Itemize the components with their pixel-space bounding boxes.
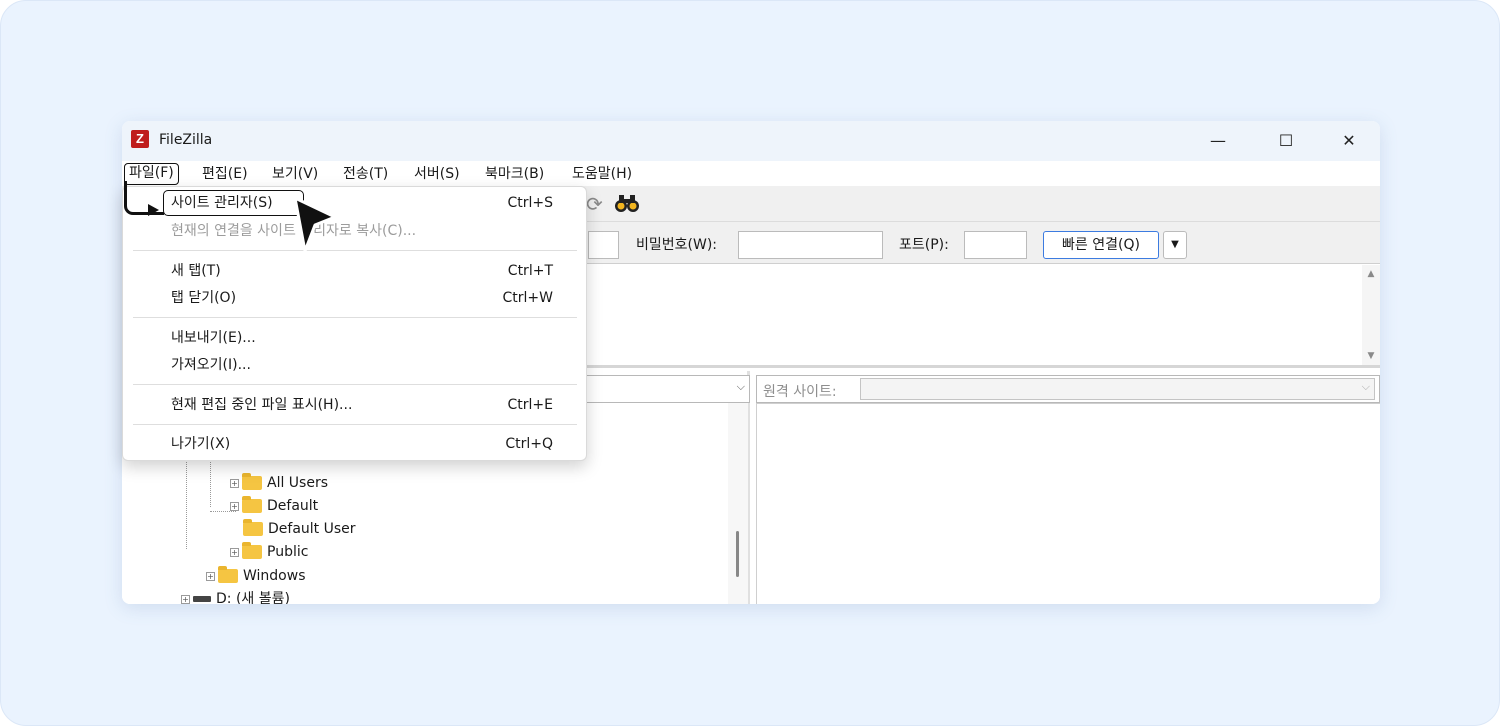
menu-item-label: 새 탭(T): [171, 263, 221, 279]
remote-site-label: 원격 사이트:: [763, 384, 837, 400]
menu-item-shortcut: Ctrl+T: [507, 263, 553, 279]
menu-item-label: 탭 닫기(O): [171, 290, 237, 306]
remote-site-pane: 원격 사이트: ⌵: [756, 371, 1380, 604]
dropdown-arrow-icon: ▼: [1171, 239, 1179, 250]
folder-icon: [242, 473, 262, 490]
port-field[interactable]: [964, 231, 1027, 259]
menu-separator: [133, 250, 577, 251]
chevron-down-icon[interactable]: ⌵: [737, 380, 745, 394]
tree-item[interactable]: + Default: [230, 495, 318, 517]
tree-item[interactable]: + D: (새 볼륨): [181, 588, 290, 604]
menu-separator: [133, 384, 577, 385]
scroll-down-icon[interactable]: ▼: [1362, 351, 1380, 361]
tree-item-label: Default User: [268, 521, 356, 537]
menu-item-close-tab[interactable]: 탭 닫기(O) Ctrl+W: [123, 286, 586, 310]
remote-site-path[interactable]: ⌵: [860, 378, 1375, 400]
tree-item-label: D: (새 볼륨): [216, 591, 290, 604]
quickconnect-button[interactable]: 빠른 연결(Q): [1043, 231, 1159, 259]
background-stage: Z FileZilla — ☐ ✕ 파일(F) 편집(E) 보기(V) 전송(T…: [0, 0, 1500, 726]
menu-bar: 파일(F) 편집(E) 보기(V) 전송(T) 서버(S) 북마크(B) 도움말…: [122, 161, 1380, 186]
password-field[interactable]: [738, 231, 883, 259]
menu-separator: [133, 424, 577, 425]
chevron-down-icon[interactable]: ⌵: [1362, 380, 1370, 394]
menu-item-exit[interactable]: 나가기(X) Ctrl+Q: [123, 432, 586, 456]
menu-item-new-tab[interactable]: 새 탭(T) Ctrl+T: [123, 259, 586, 283]
username-field[interactable]: [588, 231, 619, 259]
tree-item[interactable]: + Public: [230, 541, 308, 563]
scroll-up-icon[interactable]: ▲: [1362, 269, 1380, 279]
menu-item-shortcut: Ctrl+S: [507, 195, 553, 211]
folder-icon: [242, 496, 262, 513]
title-bar: Z FileZilla — ☐ ✕: [122, 121, 1380, 161]
menu-item-label: 내보내기(E)...: [171, 330, 256, 346]
tree-item-label: Windows: [243, 568, 306, 584]
maximize-button[interactable]: ☐: [1263, 125, 1309, 157]
menu-help[interactable]: 도움말(H): [570, 163, 634, 185]
annotation-arrow-head: [148, 204, 159, 216]
menu-item-show-edited-files[interactable]: 현재 편집 중인 파일 표시(H)... Ctrl+E: [123, 393, 586, 417]
minimize-button[interactable]: —: [1195, 125, 1241, 157]
close-button[interactable]: ✕: [1326, 125, 1372, 157]
refresh-icon[interactable]: ⟳: [586, 192, 603, 216]
menu-item-label: 가져오기(I)...: [171, 357, 251, 373]
menu-edit[interactable]: 편집(E): [200, 163, 250, 185]
tree-item-label: All Users: [267, 475, 329, 491]
tree-item[interactable]: Default User: [243, 518, 356, 540]
port-label: 포트(P):: [899, 237, 949, 253]
menu-item-copy-to-site-manager[interactable]: 현재의 연결을 사이트 관리자로 복사(C)...: [123, 219, 586, 243]
remote-site-bar: 원격 사이트: ⌵: [756, 375, 1380, 403]
log-scrollbar[interactable]: ▲ ▼: [1362, 265, 1380, 365]
password-label: 비밀번호(W):: [636, 237, 718, 253]
menu-server[interactable]: 서버(S): [412, 163, 462, 185]
expand-icon[interactable]: +: [230, 501, 239, 511]
mouse-pointer-icon: [293, 196, 337, 253]
tree-item-label: Default: [267, 498, 319, 514]
folder-icon: [242, 542, 262, 559]
expand-icon[interactable]: +: [181, 594, 190, 604]
menu-bookmarks[interactable]: 북마크(B): [483, 163, 546, 185]
file-menu-dropdown: 사이트 관리자(S) Ctrl+S 현재의 연결을 사이트 관리자로 복사(C)…: [122, 186, 587, 461]
menu-item-label: 현재 편집 중인 파일 표시(H)...: [171, 397, 353, 413]
menu-item-label: 사이트 관리자(S): [171, 195, 273, 211]
menu-item-shortcut: Ctrl+E: [507, 397, 554, 413]
menu-item-shortcut: Ctrl+Q: [505, 436, 553, 452]
expand-icon[interactable]: +: [230, 478, 239, 488]
menu-item-shortcut: Ctrl+W: [502, 290, 553, 306]
menu-view[interactable]: 보기(V): [270, 163, 320, 185]
expand-icon[interactable]: +: [230, 547, 239, 557]
binoculars-search-icon[interactable]: [614, 192, 640, 219]
tree-item[interactable]: + Windows: [206, 565, 306, 587]
expand-icon[interactable]: +: [206, 571, 215, 581]
menu-item-label: 나가기(X): [171, 436, 231, 452]
scrollbar-thumb[interactable]: [736, 531, 739, 577]
folder-icon: [218, 566, 238, 583]
drive-icon: [193, 596, 211, 602]
tree-item[interactable]: + All Users: [230, 472, 328, 494]
menu-transfer[interactable]: 전송(T): [341, 163, 390, 185]
tree-item-label: Public: [267, 544, 309, 560]
filezilla-logo-icon: Z: [131, 130, 149, 148]
menu-item-site-manager[interactable]: 사이트 관리자(S) Ctrl+S: [123, 191, 586, 215]
remote-directory-tree: [756, 403, 1380, 604]
menu-item-export[interactable]: 내보내기(E)...: [123, 326, 586, 350]
folder-icon: [243, 519, 263, 536]
window-title: FileZilla: [159, 132, 213, 148]
tree-scrollbar[interactable]: [728, 403, 748, 604]
menu-item-import[interactable]: 가져오기(I)...: [123, 353, 586, 377]
menu-separator: [133, 317, 577, 318]
quickconnect-history-dropdown[interactable]: ▼: [1163, 231, 1187, 259]
